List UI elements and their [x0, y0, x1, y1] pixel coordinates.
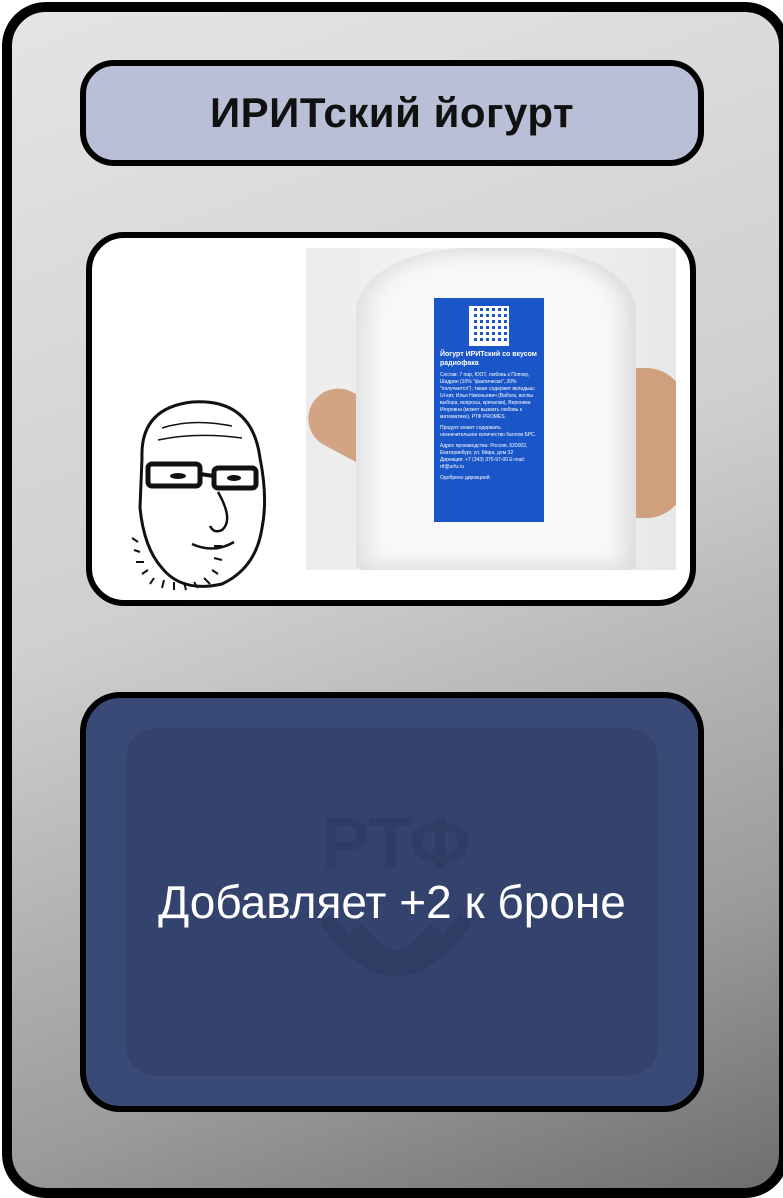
- shirt-label-note: Продукт может содержать незначительное к…: [440, 425, 537, 438]
- shirt-label-address: Адрес производства: Россия, 620002, Екат…: [440, 443, 528, 470]
- wojak-face-icon: [131, 400, 267, 591]
- card-title: ИРИТский йогурт: [209, 89, 575, 136]
- shirt-label-approved: Одобрено дирекцией.: [440, 475, 491, 481]
- effect-inner-panel: РТФ Добавляет +2 к броне: [126, 728, 658, 1076]
- card[interactable]: ИРИТский йогурт Йогурт ИРИТский со вкусо…: [2, 2, 783, 1198]
- shirt-label-composition: Состав: 7 пар, ЮОТ, любовь к Попову, Шад…: [440, 372, 535, 420]
- card-title-box: ИРИТский йогурт: [80, 60, 704, 166]
- shirt-print-label: Йогурт ИРИТский со вкусом радиофака Сост…: [434, 298, 544, 522]
- card-effect-text: Добавляет +2 к броне: [158, 876, 626, 928]
- shirt-photo: Йогурт ИРИТский со вкусом радиофака Сост…: [306, 248, 676, 570]
- card-artwork: Йогурт ИРИТский со вкусом радиофака Сост…: [86, 232, 696, 606]
- card-effect-box: РТФ Добавляет +2 к броне: [80, 692, 704, 1112]
- qr-code-icon: [469, 306, 509, 346]
- shirt-label-heading: Йогурт ИРИТский со вкусом радиофака: [440, 351, 537, 367]
